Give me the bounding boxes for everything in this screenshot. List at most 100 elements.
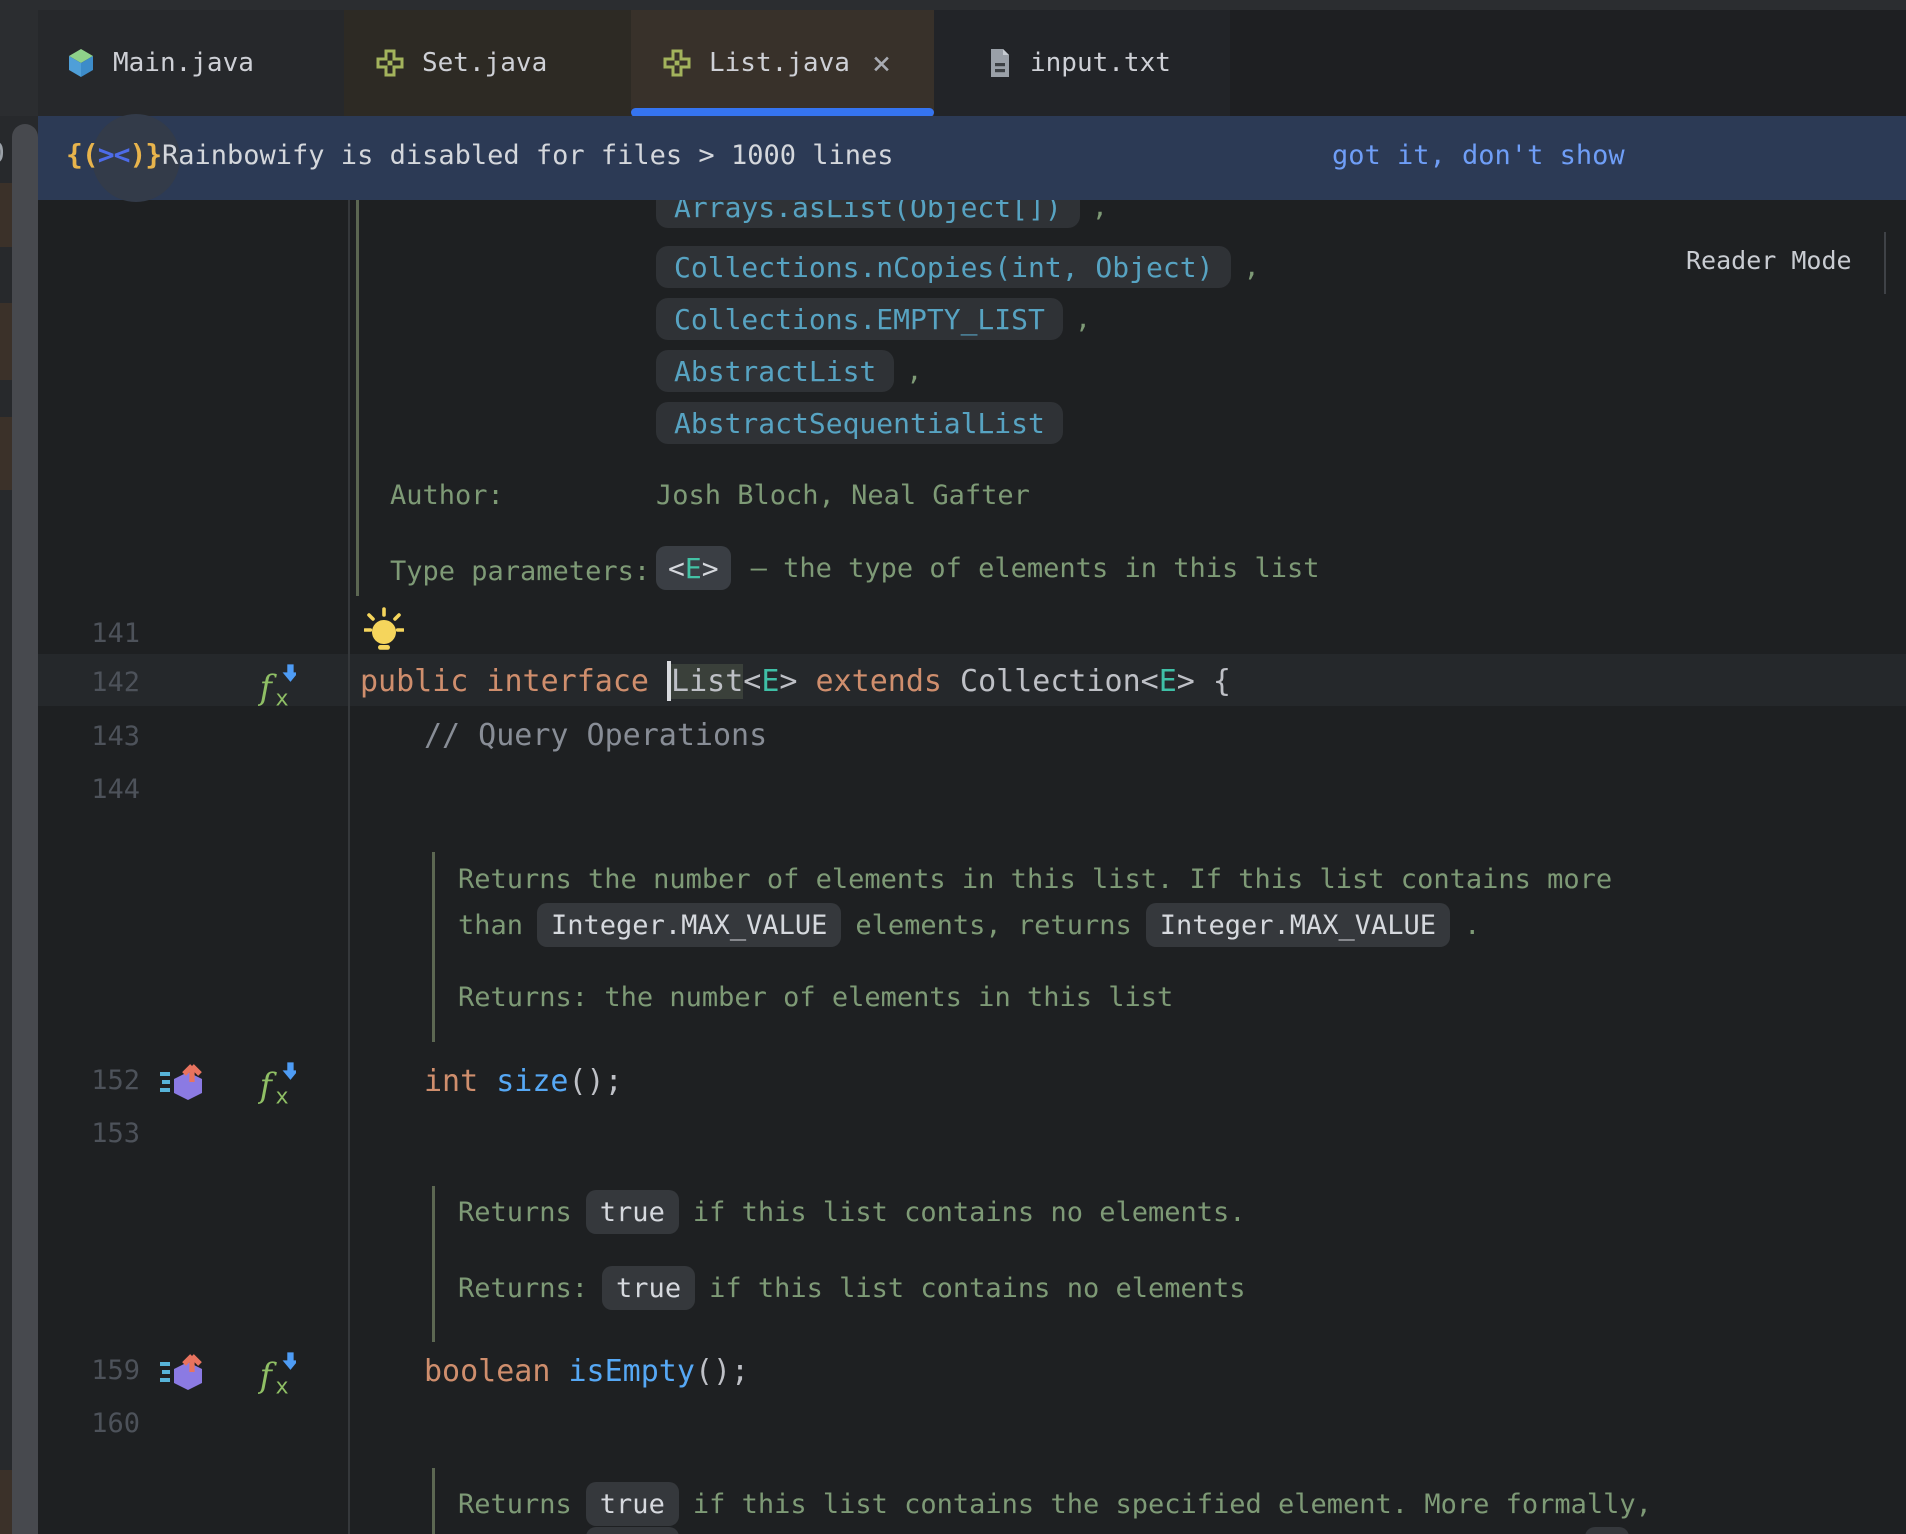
code-line-152[interactable]: int size(); — [424, 1058, 623, 1104]
left-pane-fragment: 0 — [0, 116, 38, 1534]
interface-name: List — [671, 664, 743, 699]
rainbowify-icon: {(><)} — [66, 138, 161, 171]
tab-main-java[interactable]: Main.java — [35, 10, 344, 116]
chip-comma: , — [1092, 200, 1108, 223]
doc-text: Returns — [458, 1489, 572, 1520]
see-also-chip-row: Collections.EMPTY_LIST , — [656, 298, 1091, 340]
code-line-159[interactable]: boolean isEmpty(); — [424, 1348, 749, 1394]
left-pane-chip-fragment — [0, 417, 12, 490]
banner-message: Rainbowify is disabled for files > 1000 … — [162, 140, 894, 171]
doc-code-chip[interactable]: AbstractSequentialList — [656, 402, 1063, 444]
reader-mode-separator — [1884, 232, 1886, 294]
line-number-152: 152 — [40, 1059, 140, 1103]
close-tab-icon[interactable]: × — [872, 44, 891, 82]
doc-text: if this list contains no elements. — [693, 1197, 1246, 1228]
punct: (); — [695, 1354, 749, 1389]
svg-text:x: x — [275, 1084, 288, 1106]
doc-text: than — [458, 910, 523, 941]
returns-label: Returns: — [458, 1273, 588, 1304]
doc-text: the number of elements in this list — [604, 982, 1173, 1013]
doc-text: if this list contains no elements — [709, 1273, 1245, 1304]
rendered-doc-bar — [432, 1186, 435, 1342]
returns-label: Returns: — [458, 982, 604, 1013]
chip-comma: , — [906, 356, 922, 387]
doc-text-row: Returns true if this list contains the s… — [458, 1482, 1652, 1526]
overridden-method-fx-icon[interactable]: f x — [258, 1350, 296, 1396]
java-class-icon — [65, 47, 97, 79]
vertical-scrollbar-thumb[interactable] — [12, 124, 38, 1534]
doc-code-chip[interactable]: true — [586, 1482, 679, 1526]
author-value: Josh Bloch, Neal Gafter — [656, 480, 1030, 511]
inherited-method-hexagon-icon[interactable] — [160, 1062, 214, 1106]
doc-code-chip[interactable]: Collections.EMPTY_LIST — [656, 298, 1063, 340]
doc-text-row-clipped: returns true if and only if this list co… — [458, 1527, 1643, 1534]
tab-list-java[interactable]: List.java × — [631, 10, 934, 116]
chip-comma: , — [1075, 304, 1091, 335]
see-also-chip-row: AbstractSequentialList — [656, 402, 1063, 444]
doc-text: Returns — [458, 1197, 572, 1228]
java-structure-icon — [661, 47, 693, 79]
inherited-method-hexagon-icon[interactable] — [160, 1352, 214, 1396]
overridden-method-fx-icon[interactable]: f x — [258, 662, 296, 708]
doc-text: . — [1464, 910, 1480, 941]
punct: < — [1141, 664, 1159, 699]
icon-angle-pair: >< — [98, 138, 130, 171]
see-also-chip-row: Collections.nCopies(int, Object) , — [656, 246, 1260, 288]
tab-label: Main.java — [113, 48, 254, 78]
doc-code-chip[interactable]: Arrays.asList(Object[]) — [656, 200, 1080, 228]
doc-text-row: Returns true if this list contains no el… — [458, 1190, 1246, 1234]
left-pane-chip-fragment — [0, 303, 12, 380]
line-number-143: 143 — [40, 715, 140, 759]
overridden-method-fx-icon[interactable]: f x — [258, 1060, 296, 1106]
notification-banner: {(><)} Rainbowify is disabled for files … — [38, 116, 1906, 200]
line-number-153: 153 — [40, 1112, 140, 1156]
code-line-143[interactable]: // Query Operations — [424, 712, 767, 758]
keyword: public interface — [360, 664, 667, 699]
line-number-144: 144 — [40, 768, 140, 812]
code-line-142[interactable]: public interface List<E> extends Collect… — [360, 658, 1231, 704]
line-number-160: 160 — [40, 1402, 140, 1446]
tab-label: List.java — [709, 48, 850, 78]
doc-text-row: than Integer.MAX_VALUE elements, returns… — [458, 903, 1480, 947]
type-param: E — [761, 664, 779, 699]
doc-code-chip[interactable]: AbstractList — [656, 350, 894, 392]
punct: { — [1195, 664, 1231, 699]
keyword: boolean — [424, 1354, 569, 1389]
tab-set-java[interactable]: Set.java — [344, 10, 631, 116]
type-name: Collection — [942, 664, 1141, 699]
punct: > — [1177, 664, 1195, 699]
line-number-159: 159 — [40, 1349, 140, 1393]
doc-returns-row: Returns: the number of elements in this … — [458, 982, 1173, 1013]
doc-code-chip[interactable]: Integer.MAX_VALUE — [1146, 903, 1450, 947]
doc-code-chip[interactable]: Integer.MAX_VALUE — [537, 903, 841, 947]
type-params-label: Type parameters: — [390, 556, 650, 587]
window-top-strip — [0, 0, 1906, 10]
editor-tab-bar: Main.java Set.java List.java × — [0, 10, 1906, 116]
see-also-chip-row-clipped: Arrays.asList(Object[]) , — [656, 200, 1108, 232]
doc-code-chip[interactable]: Collections.nCopies(int, Object) — [656, 246, 1231, 288]
doc-text: elements, returns — [855, 910, 1131, 941]
punct: > — [779, 664, 797, 699]
doc-returns-row: Returns: true if this list contains no e… — [458, 1266, 1246, 1310]
lightbulb-icon[interactable] — [364, 606, 404, 656]
left-pane-partial-text: 0 — [0, 136, 5, 169]
left-pane-fragment-top — [0, 10, 38, 116]
line-number-141: 141 — [40, 612, 140, 656]
icon-brace-right: )} — [129, 138, 161, 171]
doc-code-chip[interactable]: true — [602, 1266, 695, 1310]
method-name: size — [496, 1064, 568, 1099]
doc-code-chip[interactable]: true — [586, 1527, 679, 1534]
line-number-142: 142 — [40, 661, 140, 705]
java-structure-icon — [374, 47, 406, 79]
tab-input-txt[interactable]: input.txt — [934, 10, 1230, 116]
type-param-row: <E> – the type of elements in this list — [656, 546, 1320, 590]
keyword: extends — [797, 664, 942, 699]
tab-label: input.txt — [1030, 48, 1171, 78]
banner-dismiss-link[interactable]: got it, don't show — [1332, 140, 1625, 171]
gutter-divider — [348, 200, 350, 1534]
punct: (); — [569, 1064, 623, 1099]
type-param-chip[interactable]: <E> — [656, 546, 731, 590]
doc-code-chip[interactable]: true — [586, 1190, 679, 1234]
doc-code-chip[interactable]: e — [1585, 1527, 1629, 1534]
chip-comma: , — [1243, 252, 1259, 283]
